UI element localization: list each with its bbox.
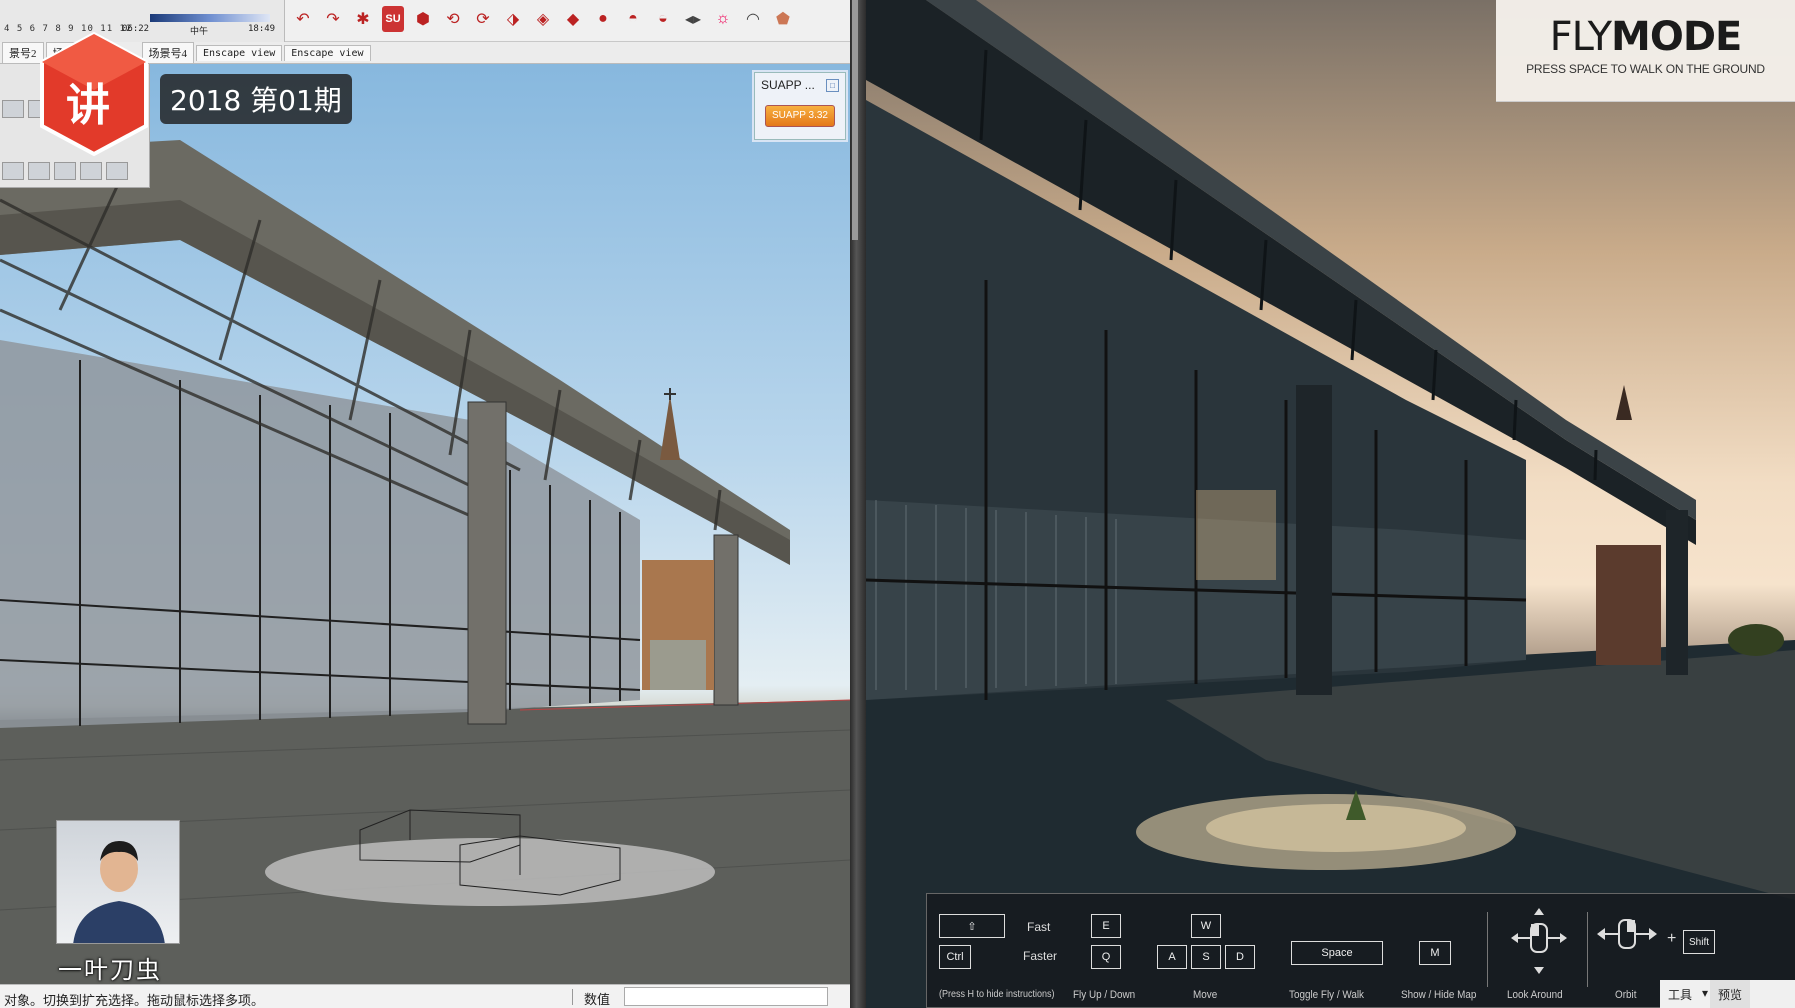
undo-icon[interactable]: ↶: [292, 6, 314, 32]
sun-icon[interactable]: ☼: [712, 6, 734, 32]
time-slider[interactable]: [150, 14, 270, 22]
plus-sign: +: [1667, 930, 1677, 947]
channel-logo-text: 讲: [66, 80, 110, 131]
dome-icon[interactable]: ◒: [652, 6, 674, 32]
flymode-subtitle: PRESS SPACE TO WALK ON THE GROUND: [1526, 62, 1765, 76]
flymode-title: FLYMODE: [1496, 14, 1795, 60]
episode-badge: 2018 第01期: [160, 74, 352, 124]
status-hint: 对象。切换到扩充选择。拖动鼠标选择多项。: [4, 994, 265, 1008]
cap-icon[interactable]: ◓: [622, 6, 644, 32]
taskbar-tray: 工具 ▾ 预览: [1660, 980, 1795, 1008]
presenter-avatar: [73, 841, 165, 943]
suapp-button[interactable]: SUAPP 3.32: [765, 105, 835, 127]
mouse-orbit-icon: [1597, 919, 1657, 949]
a-key: A: [1157, 945, 1187, 969]
view-icon[interactable]: [28, 162, 50, 180]
view-icon[interactable]: [2, 162, 24, 180]
presenter-name: 一叶刀虫: [58, 956, 162, 984]
look-caption: Look Around: [1507, 989, 1563, 1001]
toolbox-row: [2, 162, 128, 180]
view-icon[interactable]: [106, 162, 128, 180]
enscape-viewport[interactable]: [866, 0, 1795, 1008]
measurements-label: 数值: [584, 993, 611, 1008]
screen: 4 5 6 7 8 9 10 11 12 06:22 中午 18:49 ↶ ↷ …: [0, 0, 1795, 1008]
scene-tab[interactable]: Enscape view: [284, 44, 371, 61]
view-icon[interactable]: [2, 100, 24, 118]
suapp-title: SUAPP ...: [761, 78, 815, 92]
map-caption: Show / Hide Map: [1401, 989, 1477, 1001]
erase-icon[interactable]: ◈: [532, 6, 554, 32]
panel-pin-icon[interactable]: □: [826, 79, 839, 92]
orbit-caption: Orbit: [1615, 989, 1637, 1001]
panel-separator: [1587, 912, 1588, 987]
e-key: E: [1091, 914, 1121, 938]
flymode-title-bold: MODE: [1611, 14, 1742, 60]
sphere-icon[interactable]: ●: [592, 6, 614, 32]
view-icon[interactable]: [54, 162, 76, 180]
flymode-banner: FLYMODE PRESS SPACE TO WALK ON THE GROUN…: [1496, 0, 1795, 102]
w-key: W: [1191, 914, 1221, 938]
toggle-caption: Toggle Fly / Walk: [1289, 989, 1365, 1001]
redo-icon[interactable]: ↷: [322, 6, 344, 32]
shift-arrow-key: ⇧: [939, 914, 1005, 938]
status-bar: 对象。切换到扩充选择。拖动鼠标选择多项。 数值: [0, 984, 850, 1008]
su-plugin-icon[interactable]: SU: [382, 6, 404, 32]
pin-icon[interactable]: ✱: [352, 6, 374, 32]
flip-icon[interactable]: ⬗: [502, 6, 524, 32]
time-mid: 中午: [190, 26, 209, 36]
status-divider: [572, 989, 573, 1005]
preview-menu[interactable]: 预览: [1710, 980, 1751, 1008]
q-key: Q: [1091, 945, 1121, 969]
move-caption: Move: [1193, 989, 1218, 1001]
scene-tab[interactable]: Enscape view: [196, 44, 283, 61]
space-key: Space: [1291, 941, 1383, 965]
paint-icon[interactable]: ◆: [562, 6, 584, 32]
rotate-left-icon[interactable]: ⟲: [442, 6, 464, 32]
flymode-title-thin: FLY: [1549, 14, 1612, 60]
measurements-input[interactable]: [624, 987, 828, 1006]
arc-icon[interactable]: ◠: [742, 6, 764, 32]
toolbar-icons: ↶ ↷ ✱ SU ⬢ ⟲ ⟳ ⬗ ◈ ◆ ● ◓ ◒ ◂▸ ☼ ◠ ⬟: [292, 6, 794, 32]
fly-caption: Fly Up / Down: [1073, 989, 1136, 1001]
fast-label: Fast: [1027, 920, 1051, 934]
d-key: D: [1225, 945, 1255, 969]
material-icon[interactable]: ⬟: [772, 6, 794, 32]
faster-label: Faster: [1023, 949, 1058, 963]
split-icon[interactable]: ◂▸: [682, 6, 704, 32]
time-end: 18:49: [248, 24, 276, 34]
rotate-right-icon[interactable]: ⟳: [472, 6, 494, 32]
scrollbar[interactable]: [852, 0, 858, 240]
ruby-icon[interactable]: ⬢: [412, 6, 434, 32]
channel-logo: 讲: [40, 31, 148, 157]
m-key: M: [1419, 941, 1451, 965]
tools-menu[interactable]: 工具: [1660, 980, 1700, 1008]
s-key: S: [1191, 945, 1221, 969]
presenter-webcam: [56, 820, 180, 944]
shift-key: Shift: [1683, 930, 1715, 954]
enscape-window: FLYMODE PRESS SPACE TO WALK ON THE GROUN…: [866, 0, 1795, 1008]
mouse-look-icon: [1511, 908, 1567, 974]
suapp-panel: SUAPP ... □ SUAPP 3.32: [754, 72, 846, 140]
view-icon[interactable]: [80, 162, 102, 180]
chevron-down-icon[interactable]: ▾: [1700, 980, 1710, 1008]
ctrl-key: Ctrl: [939, 945, 971, 969]
hide-instructions-caption: (Press H to hide instructions): [939, 989, 1055, 1000]
panel-separator: [1487, 912, 1488, 987]
